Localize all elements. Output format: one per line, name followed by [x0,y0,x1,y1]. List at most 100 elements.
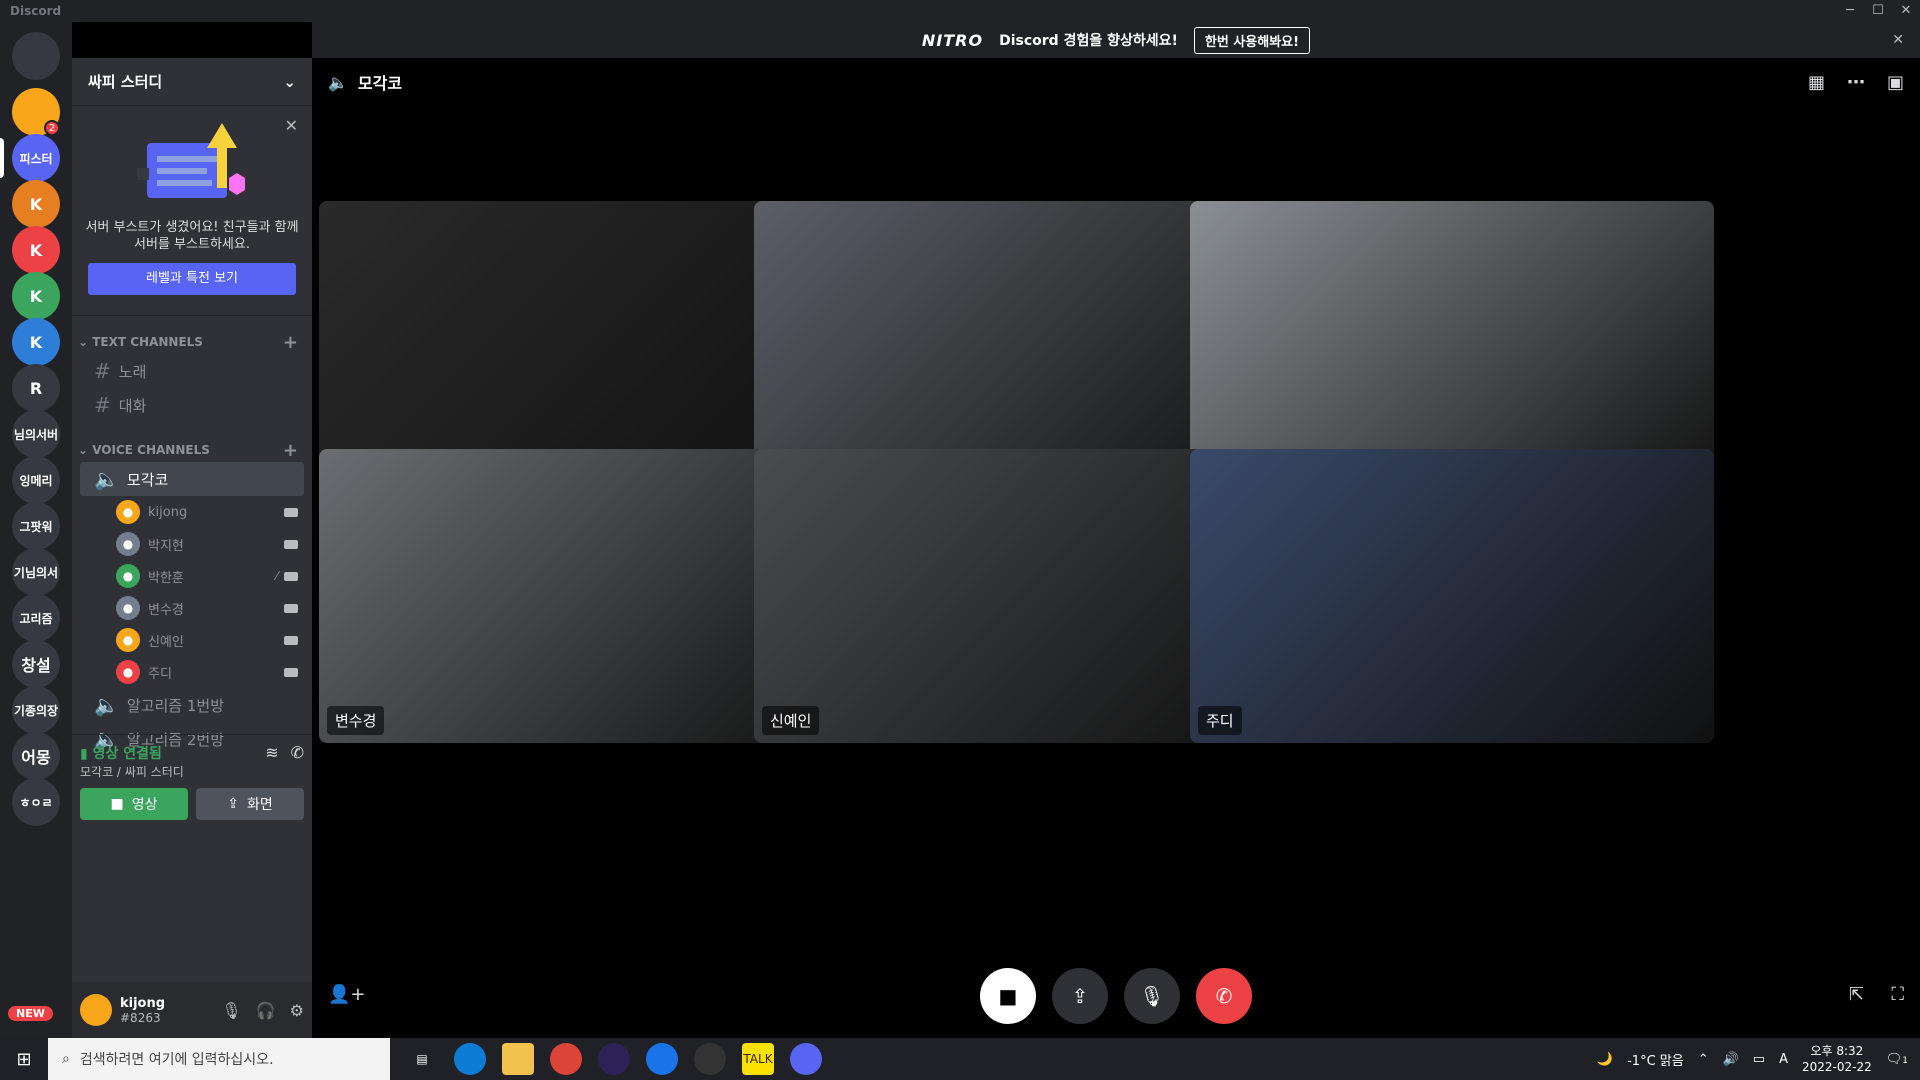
server-icon[interactable]: K [12,180,60,228]
video-tile[interactable]: 주디 [1190,449,1714,743]
disconnect-icon[interactable]: ✆ [291,743,304,780]
server-icon-label: 어몽 [21,748,51,767]
voice-user-name: 변수경 [148,602,184,618]
server-icon-label: K [29,194,43,214]
kakaotalk-icon[interactable]: TALK [742,1043,774,1075]
screen-share-button[interactable]: ⇪ 화면 [196,788,304,820]
minimize-button[interactable]: ─ [1836,0,1864,22]
ime-indicator[interactable]: A [1779,1052,1788,1067]
avatar: ● [116,628,140,652]
channel-대화[interactable]: # 대화 [80,388,304,422]
leave-call-button[interactable]: ✆ [1196,968,1252,1024]
close-icon[interactable]: ✕ [1892,32,1904,48]
server-icon[interactable]: K [12,318,60,366]
server-icon[interactable]: K [12,226,60,274]
avatar: ● [116,532,140,556]
noise-suppression-icon[interactable]: ≋ [265,743,278,780]
server-icon[interactable]: R [12,364,60,412]
discord-home-icon[interactable] [12,32,60,80]
add-channel-icon[interactable]: + [283,440,298,461]
windows-start-icon[interactable]: ⊞ [0,1049,48,1070]
more-icon[interactable]: ⋯ [1847,72,1865,93]
voice-channel-1[interactable]: 🔈 알고리즘 1번방 [80,688,304,722]
inbox-icon[interactable]: ▣ [1887,72,1904,93]
server-icon[interactable]: ㅎㅇㄹ [12,778,60,826]
avatar[interactable] [80,994,112,1026]
call-view: 🔈 모각코 ▦ ⋯ ▣ kijong박지현박한훈변수경신예인주디 👤+ ■ ⇪ … [312,58,1920,1038]
chevron-up-icon[interactable]: ⌃ [1698,1052,1709,1067]
server-icon[interactable]: 어몽 [12,732,60,780]
file-explorer-icon[interactable] [502,1043,534,1075]
server-icon[interactable]: 피스터 [12,134,60,182]
chrome-icon[interactable] [550,1043,582,1075]
voice-user[interactable]: ● 신예인 [72,624,312,656]
app-icon[interactable] [694,1043,726,1075]
nitro-banner: NITRO Discord 경험을 향상하세요! 한번 사용해봐요! ✕ [312,22,1920,58]
voice-channels-category[interactable]: ⌄ VOICE CHANNELS + [72,438,312,462]
voice-user[interactable]: ● 변수경 [72,592,312,624]
gear-icon[interactable]: ⚙ [290,1001,304,1020]
server-icon[interactable]: 잉메리 [12,456,60,504]
voice-user-name: 주디 [148,666,172,682]
task-view-icon[interactable]: ▤ [406,1043,438,1075]
server-icon[interactable]: K [12,272,60,320]
microphone-icon[interactable]: 🎙 [221,1001,241,1020]
channel-노래[interactable]: # 노래 [80,354,304,388]
volume-icon[interactable]: 🔊 [1723,1052,1739,1067]
voice-connected-label[interactable]: ▮ 영상 연결됨 [80,743,184,763]
server-icon[interactable]: 기종의장 [12,686,60,734]
clock[interactable]: 오후 8:32 2022-02-22 [1802,1043,1872,1075]
boost-perks-button[interactable]: 레벨과 특전 보기 [88,263,296,295]
server-header[interactable]: 싸피 스터디 ⌄ [72,58,312,106]
server-icon[interactable]: 고리즘 [12,594,60,642]
mic-toggle-button[interactable]: 🎙 [1124,968,1180,1024]
mic-muted-icon: ⁄ [275,569,278,583]
username: kijong [120,995,166,1011]
text-channels-category[interactable]: ⌄ TEXT CHANNELS + [72,330,312,354]
camera-toggle-button[interactable]: ■ [980,968,1036,1024]
server-icon[interactable]: 기님의서 [12,548,60,596]
app-icon[interactable] [646,1043,678,1075]
taskbar-search-input[interactable]: ⌕ 검색하려면 여기에 입력하십시오. [48,1038,390,1080]
weather-text[interactable]: -1°C 맑음 [1627,1050,1684,1069]
server-icon[interactable]: 그팟워 [12,502,60,550]
discord-taskbar-icon[interactable] [790,1043,822,1075]
eclipse-icon[interactable] [598,1043,630,1075]
voice-user[interactable]: ● 박지현 [72,528,312,560]
camera-icon [284,635,298,645]
call-header: 🔈 모각코 ▦ ⋯ ▣ [312,58,1920,106]
server-icon[interactable]: 님의서버 [12,410,60,458]
fullscreen-icon[interactable]: ⛶ [1891,984,1904,1005]
close-window-button[interactable]: ✕ [1892,0,1920,22]
screen-share-button[interactable]: ⇪ [1052,968,1108,1024]
voice-user[interactable]: ● 주디 [72,656,312,688]
nitro-try-button[interactable]: 한번 사용해봐요! [1193,26,1311,54]
notification-icon[interactable]: 🗨1 [1886,1052,1908,1067]
boost-text: 서버 부스트가 생겼어요! 친구들과 함께 서버를 부스트하세요. [85,220,299,252]
server-icon-label: 님의서버 [13,427,59,442]
voice-user[interactable]: ● kijong [72,496,312,528]
close-icon[interactable]: ✕ [285,116,298,135]
participant-name: 주디 [1198,706,1242,735]
video-button[interactable]: ■ 영상 [80,788,188,820]
server-icon-label: ㅎㅇㄹ [19,795,53,810]
layout-icon[interactable]: ▦ [1808,72,1825,93]
server-icon-label: R [29,378,43,398]
boost-illustration [117,118,267,213]
voice-user[interactable]: ● 박한훈 ⁄ [72,560,312,592]
popout-icon[interactable]: ⇱ [1849,984,1864,1005]
user-tag: #8263 [120,1010,161,1025]
hash-icon: # [94,359,111,383]
add-channel-icon[interactable]: + [283,332,298,353]
system-tray: 🌙 -1°C 맑음 ⌃ 🔊 ▭ A 오후 8:32 2022-02-22 🗨1 [1597,1043,1920,1075]
voice-channel-active[interactable]: 🔈 모각코 [80,462,304,496]
maximize-button[interactable]: ☐ [1864,0,1892,22]
headphones-icon[interactable]: 🎧 [256,1001,276,1020]
camera-icon: ■ [110,796,124,812]
app-title: Discord [10,4,62,18]
server-icon-label: K [29,240,43,260]
edge-icon[interactable] [454,1043,486,1075]
network-icon[interactable]: ▭ [1753,1052,1765,1067]
server-icon[interactable]: 창설 [12,640,60,688]
invite-user-icon[interactable]: 👤+ [328,984,366,1005]
